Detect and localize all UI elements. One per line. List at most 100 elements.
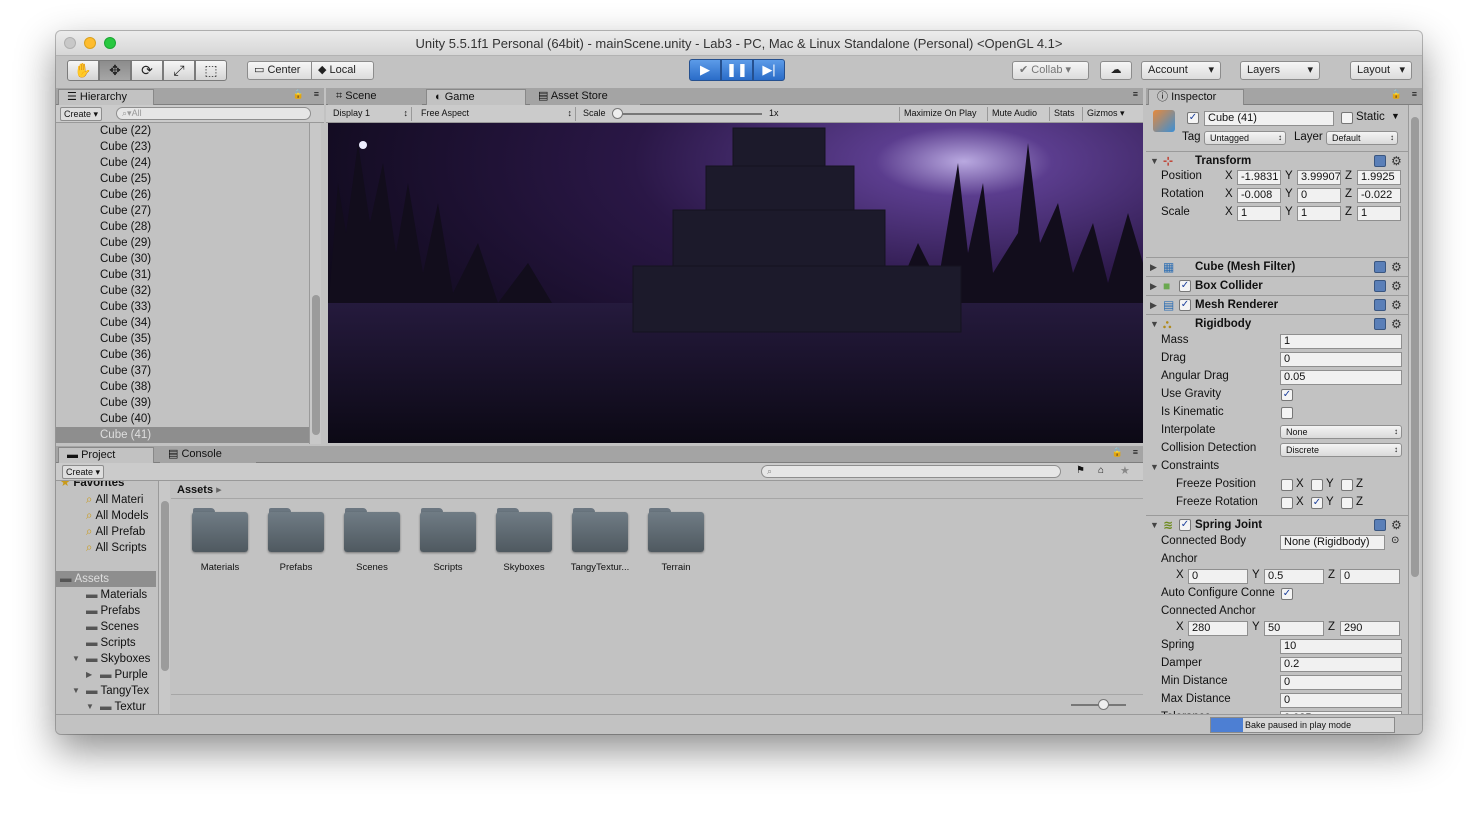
tab-project[interactable]: ▬ Project [58, 447, 154, 463]
panel-menu-icon[interactable]: ≡ [1412, 89, 1417, 99]
spring-joint-header[interactable]: ▼ ≋ ✓ Spring Joint ⚙ [1146, 515, 1408, 534]
account-dropdown[interactable]: Account ▾ [1141, 61, 1221, 80]
anchor-x-field[interactable]: 0 [1188, 569, 1248, 584]
move-tool-button[interactable]: ✥ [99, 60, 131, 81]
asset-folder[interactable]: Terrain [641, 508, 711, 573]
layers-dropdown[interactable]: Layers ▾ [1240, 61, 1320, 80]
help-icon[interactable] [1374, 155, 1386, 167]
breadcrumb-assets[interactable]: Assets [177, 484, 213, 496]
freeze-rotation-z-checkbox[interactable] [1341, 497, 1353, 509]
spring-field[interactable]: 10 [1280, 639, 1402, 654]
rect-tool-button[interactable]: ⬚ [195, 60, 227, 81]
tab-game[interactable]: ◐ Game [426, 89, 526, 105]
play-button[interactable]: ▶ [689, 59, 721, 81]
tag-dropdown[interactable]: Untagged [1204, 131, 1286, 145]
component-header[interactable]: ▶ ▦ Cube (Mesh Filter) ⚙ [1146, 257, 1408, 276]
hierarchy-scrollbar[interactable] [309, 123, 321, 444]
scroll-thumb[interactable] [1411, 117, 1419, 577]
tree-folder[interactable]: ▼ ▬ Skyboxes [56, 651, 156, 667]
hierarchy-item[interactable]: Cube (36) [56, 347, 309, 363]
favorite-search[interactable]: ⌕ All Prefab [56, 524, 156, 540]
position-z-field[interactable]: 1.9925 [1357, 170, 1401, 185]
expand-arrow-icon[interactable]: ▼ [86, 699, 94, 714]
rotation-y-field[interactable]: 0 [1297, 188, 1341, 203]
project-search-input[interactable]: ⌕ [761, 465, 1061, 478]
mass-field[interactable]: 1 [1280, 334, 1402, 349]
layout-dropdown[interactable]: Layout ▾ [1350, 61, 1412, 80]
hierarchy-item[interactable]: Cube (31) [56, 267, 309, 283]
hierarchy-item[interactable]: Cube (30) [56, 251, 309, 267]
tab-console[interactable]: ▤ Console [160, 447, 256, 463]
component-header[interactable]: ▶ ▤ ✓ Mesh Renderer ⚙ [1146, 295, 1408, 314]
minimize-window-button[interactable] [84, 37, 96, 49]
favorite-search[interactable]: ⌕ All Scripts [56, 540, 156, 556]
hierarchy-item[interactable]: Cube (23) [56, 139, 309, 155]
game-viewport[interactable] [328, 123, 1143, 443]
tree-folder[interactable]: ▬ Prefabs [56, 603, 156, 619]
max-distance-field[interactable]: 0 [1280, 693, 1402, 708]
favorite-search[interactable]: ⌕ All Materi [56, 492, 156, 508]
hierarchy-item[interactable]: Cube (39) [56, 395, 309, 411]
connected-anchor-y-field[interactable]: 50 [1264, 621, 1324, 636]
hierarchy-item[interactable]: Cube (38) [56, 379, 309, 395]
min-distance-field[interactable]: 0 [1280, 675, 1402, 690]
tab-asset-store[interactable]: ▤ Asset Store [530, 89, 640, 105]
panel-menu-icon[interactable]: ≡ [314, 89, 319, 99]
hand-tool-button[interactable]: ✋ [67, 60, 99, 81]
rotation-x-field[interactable]: -0.008 [1237, 188, 1281, 203]
hierarchy-item[interactable]: Cube (41) [56, 427, 309, 443]
asset-folder[interactable]: Scenes [337, 508, 407, 573]
tree-folder[interactable]: ▼ ▬ Textur [56, 699, 156, 714]
hierarchy-item[interactable]: Cube (24) [56, 155, 309, 171]
hierarchy-item[interactable]: Cube (29) [56, 235, 309, 251]
component-enabled-checkbox[interactable]: ✓ [1179, 299, 1191, 311]
aspect-dropdown[interactable]: Free Aspect ↕ [418, 107, 576, 121]
favorites-group[interactable]: ▼★Favorites [56, 481, 156, 491]
is-kinematic-checkbox[interactable] [1281, 407, 1293, 419]
hierarchy-search-input[interactable]: ⌕▾All [116, 107, 311, 120]
scale-slider-knob[interactable] [612, 108, 623, 119]
tree-folder[interactable]: ▬ Materials [56, 587, 156, 603]
project-tree-scrollbar[interactable] [158, 481, 170, 714]
project-create-dropdown[interactable]: Create ▾ [62, 465, 105, 479]
asset-folder[interactable]: Scripts [413, 508, 483, 573]
expand-arrow-icon[interactable]: ▼ [72, 651, 80, 667]
component-header[interactable]: ▶ ■ ✓ Box Collider ⚙ [1146, 276, 1408, 295]
freeze-position-y-checkbox[interactable] [1311, 479, 1323, 491]
icon-size-slider[interactable] [1071, 699, 1126, 710]
scale-x-field[interactable]: 1 [1237, 206, 1281, 221]
assets-root[interactable]: ▼▬Assets [56, 571, 156, 587]
scale-y-field[interactable]: 1 [1297, 206, 1341, 221]
expand-arrow-icon[interactable]: ▶ [86, 667, 92, 683]
maximize-on-play-toggle[interactable]: Maximize On Play [899, 107, 980, 121]
asset-folder[interactable]: Prefabs [261, 508, 331, 573]
hierarchy-item[interactable]: Cube (35) [56, 331, 309, 347]
cloud-button[interactable]: ☁ [1100, 61, 1132, 80]
layer-dropdown[interactable]: Default [1326, 131, 1398, 145]
scroll-thumb[interactable] [312, 295, 320, 435]
component-enabled-checkbox[interactable]: ✓ [1179, 280, 1191, 292]
hierarchy-item[interactable]: Cube (32) [56, 283, 309, 299]
stats-toggle[interactable]: Stats [1049, 107, 1078, 121]
static-dropdown-icon[interactable]: ▼ [1391, 111, 1400, 121]
scale-slider[interactable] [612, 108, 762, 119]
freeze-position-x-checkbox[interactable] [1281, 479, 1293, 491]
hierarchy-create-dropdown[interactable]: Create ▾ [60, 107, 103, 121]
hierarchy-item[interactable]: Cube (26) [56, 187, 309, 203]
panel-menu-icon[interactable]: ≡ [1133, 89, 1138, 99]
tree-folder[interactable]: ▬ Scripts [56, 635, 156, 651]
panel-menu-icon[interactable]: ≡ [1133, 447, 1138, 457]
freeze-rotation-y-checkbox[interactable]: ✓ [1311, 497, 1323, 509]
rigidbody-header[interactable]: ▼ ⛬ Rigidbody ⚙ [1146, 314, 1408, 333]
icon-size-slider-knob[interactable] [1098, 699, 1109, 710]
asset-folder[interactable]: TangyTextur... [565, 508, 635, 573]
pivot-local-button[interactable]: ◆ Local [311, 61, 374, 80]
hierarchy-item[interactable]: Cube (25) [56, 171, 309, 187]
connected-anchor-x-field[interactable]: 280 [1188, 621, 1248, 636]
gameobject-name-field[interactable]: Cube (41) [1204, 111, 1334, 126]
gear-icon[interactable]: ⚙ [1391, 318, 1402, 330]
help-icon[interactable] [1374, 519, 1386, 531]
step-button[interactable]: ▶| [753, 59, 785, 81]
rotation-z-field[interactable]: -0.022 [1357, 188, 1401, 203]
favorite-search[interactable]: ⌕ All Models [56, 508, 156, 524]
